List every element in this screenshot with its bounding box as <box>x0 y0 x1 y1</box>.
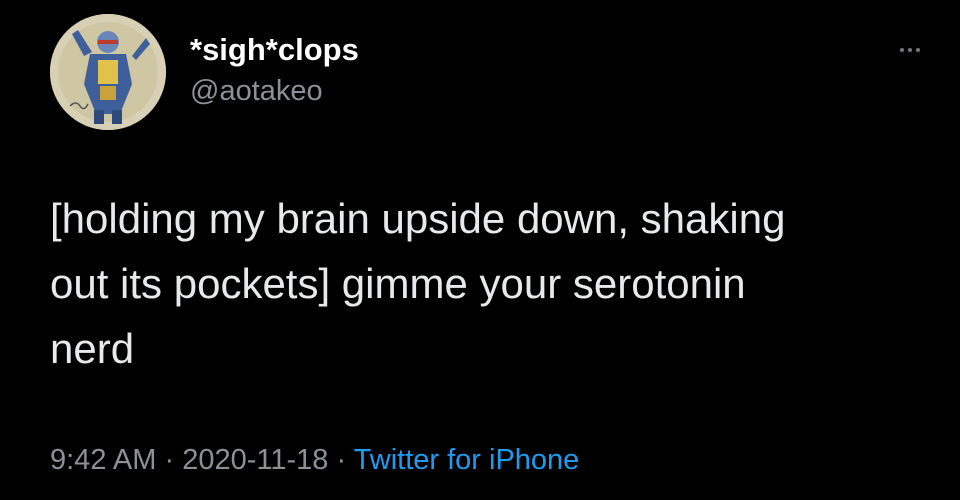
tweet-card: *sigh*clops @aotakeo [holding my brain u… <box>0 0 960 500</box>
display-name[interactable]: *sigh*clops <box>190 30 359 70</box>
tweet-text-line: out its pockets] gimme your serotonin <box>50 260 746 307</box>
user-handle[interactable]: @aotakeo <box>190 72 323 110</box>
ellipsis-icon-dot-2 <box>908 48 912 52</box>
tweet-text-line: [holding my brain upside down, shaking <box>50 195 786 242</box>
ellipsis-icon-dot-1 <box>900 48 904 52</box>
tweet-text-line: nerd <box>50 325 135 372</box>
tweet-date[interactable]: 2020-11-18 <box>182 444 328 476</box>
tweet-metadata: 9:42 AM · 2020-11-18 · Twitter for iPhon… <box>50 440 579 480</box>
avatar-image <box>50 14 166 130</box>
meta-separator: · <box>328 444 354 476</box>
ellipsis-icon-dot-3 <box>916 48 920 52</box>
tweet-time[interactable]: 9:42 AM <box>50 444 156 476</box>
tweet-source-link[interactable]: Twitter for iPhone <box>354 444 580 476</box>
avatar[interactable] <box>50 14 166 130</box>
tweet-text: [holding my brain upside down, shaking o… <box>50 186 930 381</box>
more-options-button[interactable] <box>890 40 930 60</box>
meta-separator: · <box>156 444 183 476</box>
